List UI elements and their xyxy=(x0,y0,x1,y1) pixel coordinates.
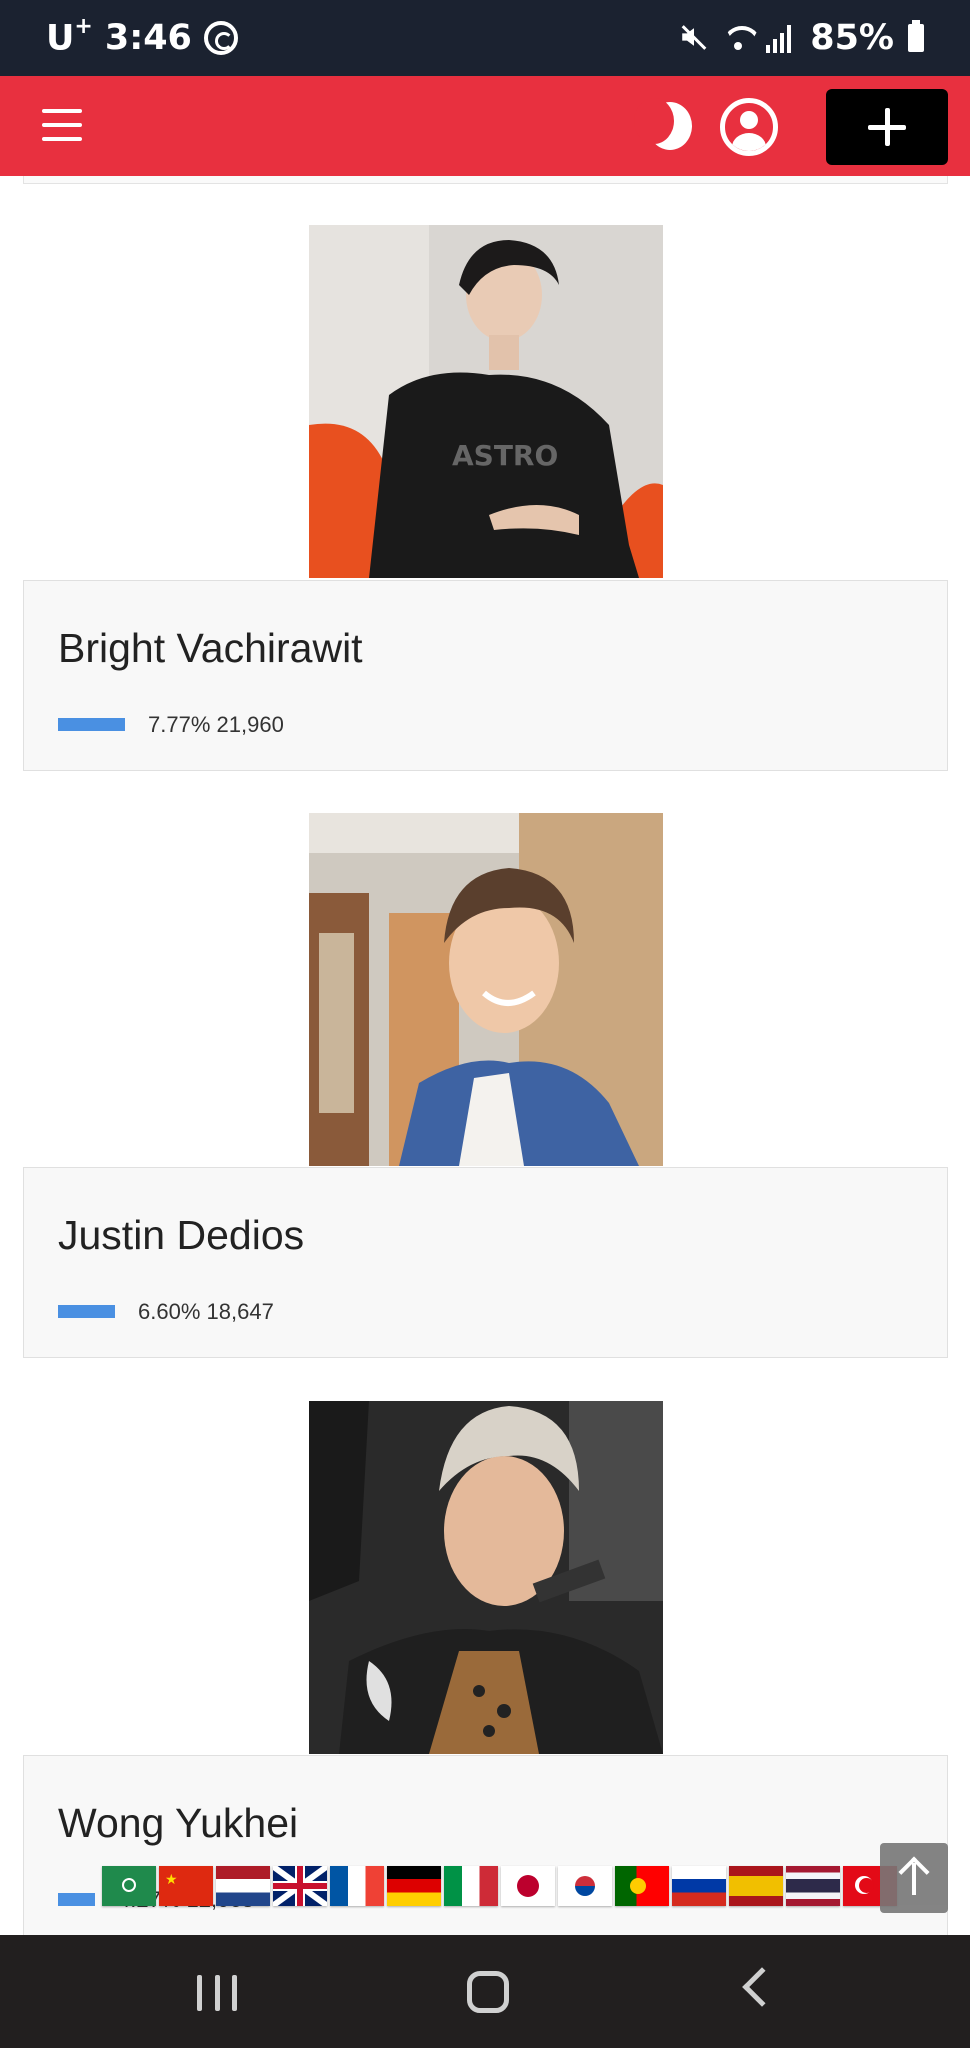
arrow-up-icon xyxy=(900,1857,928,1897)
language-flags: ★ xyxy=(102,1866,897,1906)
flag-thai[interactable] xyxy=(786,1866,840,1906)
carrier-label: U+ xyxy=(46,14,93,59)
wifi-icon xyxy=(722,22,752,54)
status-left: U+ 3:46 xyxy=(46,14,238,59)
candidate-name[interactable]: Justin Dedios xyxy=(58,1212,304,1259)
flag-german[interactable] xyxy=(387,1866,441,1906)
flag-arabic[interactable] xyxy=(102,1866,156,1906)
add-button[interactable] xyxy=(826,89,948,165)
vote-bar xyxy=(58,718,125,731)
sync-icon xyxy=(203,21,238,56)
status-bar: U+ 3:46 85% xyxy=(0,0,970,76)
candidate-name[interactable]: Bright Vachirawit xyxy=(58,625,363,672)
home-icon[interactable] xyxy=(467,1971,509,2013)
portrait-image xyxy=(309,813,663,1166)
flag-russian[interactable] xyxy=(672,1866,726,1906)
flag-italian[interactable] xyxy=(444,1866,498,1906)
candidate-card[interactable]: Bright Vachirawit 7.77% 21,960 xyxy=(23,580,948,771)
candidate-photo[interactable] xyxy=(309,1401,663,1754)
candidate-photo[interactable]: ASTRO xyxy=(309,225,663,578)
app-header xyxy=(0,76,970,176)
scroll-top-button[interactable] xyxy=(880,1843,948,1913)
moon-icon[interactable] xyxy=(634,98,692,152)
previous-card-edge xyxy=(23,176,948,184)
candidate-name[interactable]: Wong Yukhei xyxy=(58,1800,298,1847)
candidate-card[interactable]: Wong Yukhei 4.27% 12,068 xyxy=(23,1755,948,1946)
flag-japanese[interactable] xyxy=(501,1866,555,1906)
flag-english[interactable] xyxy=(273,1866,327,1906)
screen: U+ 3:46 85% ASTRO Bright Vachirawit 7.77… xyxy=(0,0,970,2048)
signal-icon xyxy=(766,23,796,53)
battery-icon xyxy=(908,20,924,52)
hamburger-icon[interactable] xyxy=(42,109,82,141)
plus-icon xyxy=(868,108,906,146)
back-icon[interactable] xyxy=(742,1967,782,2007)
flag-portuguese[interactable] xyxy=(615,1866,669,1906)
portrait-image xyxy=(309,1401,663,1754)
recent-apps-icon[interactable] xyxy=(197,1975,237,2011)
vote-stat: 7.77% 21,960 xyxy=(148,712,284,737)
status-right: 85% xyxy=(678,18,924,58)
candidate-photo[interactable] xyxy=(309,813,663,1166)
flag-chinese[interactable]: ★ xyxy=(159,1866,213,1906)
portrait-image: ASTRO xyxy=(309,225,663,578)
svg-text:ASTRO: ASTRO xyxy=(452,439,558,472)
flag-korean[interactable] xyxy=(558,1866,612,1906)
mute-icon xyxy=(678,22,708,54)
candidate-card[interactable]: Justin Dedios 6.60% 18,647 xyxy=(23,1167,948,1358)
flag-french[interactable] xyxy=(330,1866,384,1906)
vote-bar xyxy=(58,1893,95,1906)
vote-stat: 6.60% 18,647 xyxy=(138,1299,274,1324)
user-circle-icon[interactable] xyxy=(720,98,778,156)
flag-spanish[interactable] xyxy=(729,1866,783,1906)
flag-dutch[interactable] xyxy=(216,1866,270,1906)
vote-bar xyxy=(58,1305,115,1318)
system-nav-bar xyxy=(0,1935,970,2048)
clock: 3:46 xyxy=(104,18,192,59)
battery-percent: 85% xyxy=(810,18,894,58)
